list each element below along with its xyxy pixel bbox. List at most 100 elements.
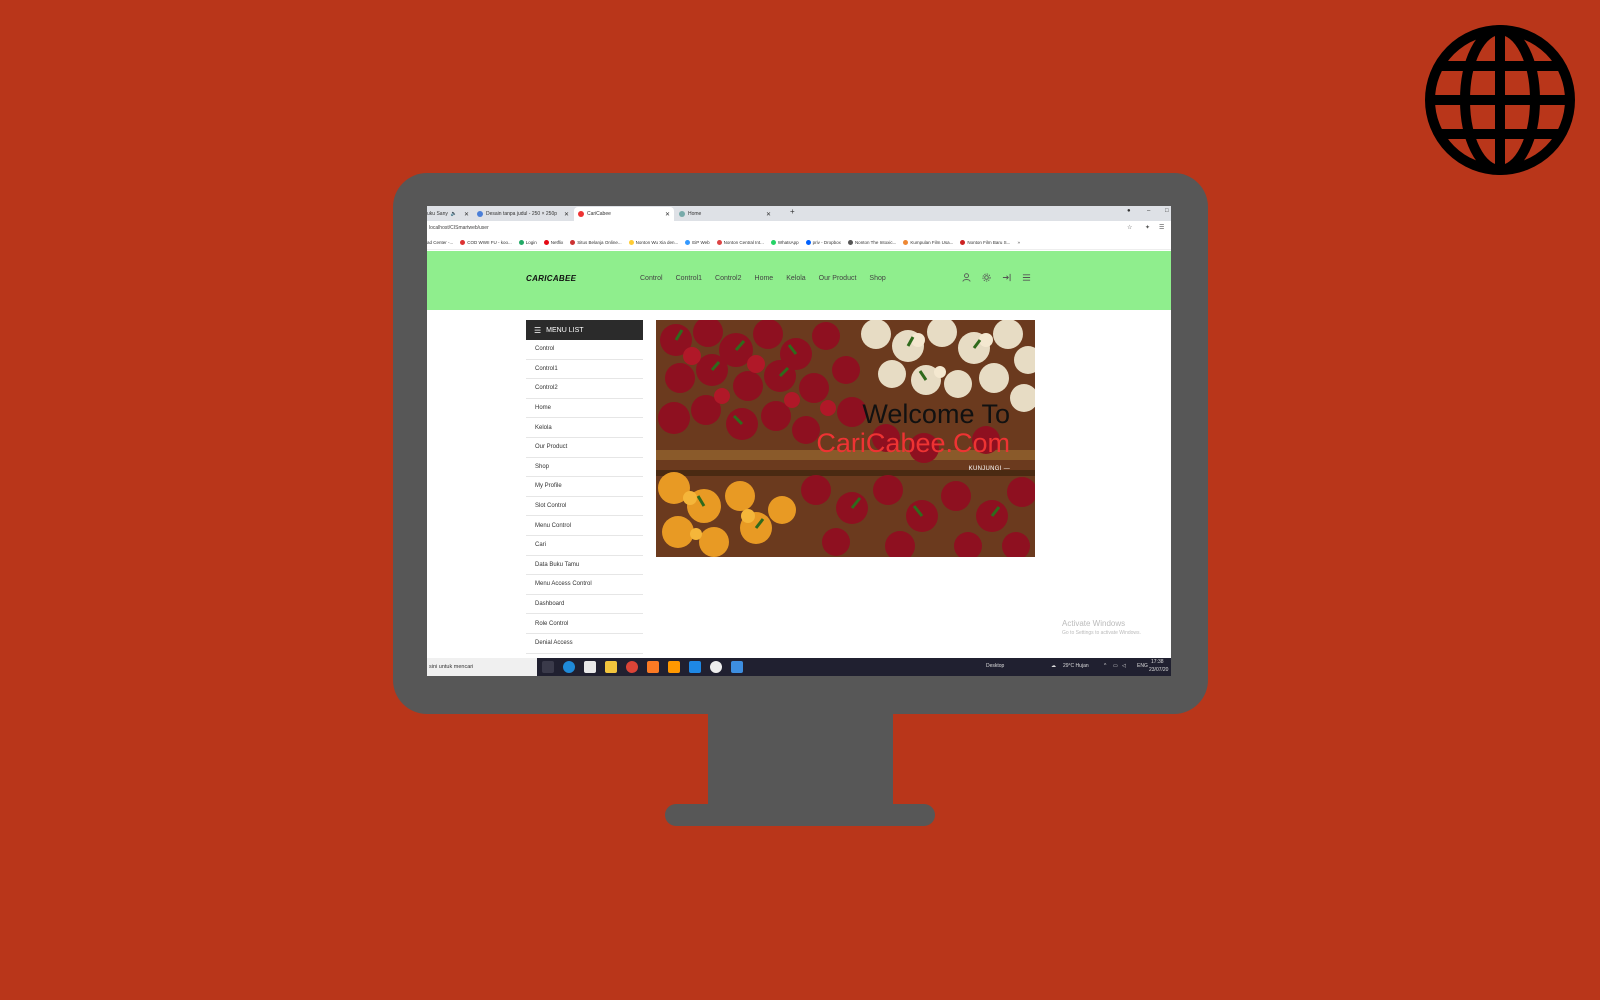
close-icon[interactable]: ✕ <box>564 211 569 218</box>
new-tab-button[interactable]: + <box>790 207 795 216</box>
network-icon[interactable]: ▭ <box>1113 663 1118 669</box>
maximize-icon[interactable]: □ <box>1165 208 1169 214</box>
bookmark-item[interactable]: EiP Web <box>685 239 710 245</box>
speaker-icon: 🔈 <box>450 211 458 217</box>
hero-subtitle: CariCabee.Com <box>816 428 1010 458</box>
close-icon[interactable]: ✕ <box>665 211 670 218</box>
edge-icon[interactable] <box>563 661 575 673</box>
windows-taskbar: sini untuk mencari Desktop ☁ 29°C Hujan … <box>427 658 1171 676</box>
nav-item-kelola[interactable]: Kelola <box>786 275 805 282</box>
language-indicator[interactable]: ENG <box>1137 663 1148 669</box>
sidebar-item-menu-control[interactable]: Menu Control <box>526 516 643 536</box>
sidebar-item-role-control[interactable]: Role Control <box>526 614 643 634</box>
sidebar-item-kelola[interactable]: Kelola <box>526 418 643 438</box>
sidebar-item-cari[interactable]: Cari <box>526 536 643 556</box>
user-icon[interactable] <box>962 273 971 284</box>
bookmark-item[interactable]: WhatsApp <box>770 239 799 245</box>
globe-icon <box>1425 25 1575 175</box>
browser-tab[interactable]: Desain tanpa judul - 250 × 250p ✕ <box>473 207 573 221</box>
xampp-icon[interactable] <box>647 661 659 673</box>
site-header: CARICABEE Control Control1 Control2 Home… <box>427 251 1171 310</box>
bookmark-item[interactable]: Nonton The Intoxic... <box>847 239 896 245</box>
sidebar-item-control2[interactable]: Control2 <box>526 379 643 399</box>
browser-tab-active[interactable]: CariCabee ✕ <box>574 207 674 221</box>
logout-icon[interactable] <box>1002 273 1011 284</box>
bookmark-item[interactable]: Situs Belanja Online... <box>570 239 622 245</box>
browser-tab-bar: uku Sany 🔈 ✕ Desain tanpa judul - 250 × … <box>427 206 1171 221</box>
address-bar[interactable]: localhost/CISmartweb/user ☆ ✦ ☰ <box>427 221 1171 236</box>
hero-cta-link[interactable]: KUNJUNGI — <box>816 466 1010 472</box>
browser-tab[interactable]: Home ✕ <box>675 207 775 221</box>
mail-icon[interactable] <box>731 661 743 673</box>
taskbar-search-input[interactable]: sini untuk mencari <box>427 658 537 676</box>
dropbox-icon <box>805 239 811 245</box>
netflix-icon <box>543 239 549 245</box>
clock-date[interactable]: 23/07/20 <box>1149 667 1168 673</box>
site-logo[interactable]: CARICABEE <box>526 274 576 283</box>
bookmark-item[interactable]: Netflix <box>543 239 563 245</box>
bookmark-item[interactable]: Kumpulan Film Usa... <box>903 239 953 245</box>
taskbar-apps <box>542 661 743 673</box>
nav-item-shop[interactable]: Shop <box>869 275 885 282</box>
close-icon[interactable]: ✕ <box>464 211 469 218</box>
whatsapp-icon <box>770 239 776 245</box>
nav-item-control1[interactable]: Control1 <box>676 275 702 282</box>
menu-icon: ☰ <box>534 325 542 335</box>
reading-list-icon[interactable]: ☰ <box>1159 224 1164 231</box>
bookmarks-more-button[interactable]: » <box>1017 240 1020 245</box>
bookmark-icon <box>460 239 466 245</box>
vscode-icon[interactable] <box>689 661 701 673</box>
browser-tab[interactable]: uku Sany 🔈 ✕ <box>427 207 473 221</box>
nav-item-control2[interactable]: Control2 <box>715 275 741 282</box>
bookmark-item[interactable]: Login <box>518 239 537 245</box>
task-view-icon[interactable] <box>542 661 554 673</box>
nav-item-home[interactable]: Home <box>755 275 774 282</box>
hero-text: Welcome To CariCabee.Com KUNJUNGI — <box>816 400 1010 472</box>
bookmark-item[interactable]: COD WWII FU - koo... <box>460 239 512 245</box>
activate-windows-watermark: Activate Windows Go to Settings to activ… <box>1062 619 1141 636</box>
minimize-icon[interactable]: – <box>1147 208 1150 214</box>
sidebar-menu: ☰ MENU LIST Control Control1 Control2 Ho… <box>526 320 643 654</box>
app-icon[interactable] <box>710 661 722 673</box>
browser-menu-icon[interactable]: ● <box>1127 208 1131 214</box>
sidebar-item-menu-access-control[interactable]: Menu Access Control <box>526 575 643 595</box>
close-icon[interactable]: ✕ <box>766 211 771 218</box>
file-explorer-icon[interactable] <box>605 661 617 673</box>
nav-item-control[interactable]: Control <box>640 275 663 282</box>
bookmark-icon <box>685 239 691 245</box>
sidebar-item-slot-control[interactable]: Slot Control <box>526 497 643 517</box>
store-icon[interactable] <box>584 661 596 673</box>
sidebar-item-our-product[interactable]: Our Product <box>526 438 643 458</box>
bookmark-item[interactable]: priv - Dropbox <box>805 239 841 245</box>
bookmark-item[interactable]: ad Center -... <box>427 240 453 245</box>
url-text[interactable]: localhost/CISmartweb/user <box>429 225 489 231</box>
bookmark-item[interactable]: Nonton Film Baru S... <box>960 239 1010 245</box>
nav-item-our-product[interactable]: Our Product <box>819 275 857 282</box>
weather-status[interactable]: 29°C Hujan <box>1063 663 1089 669</box>
desktop-toolbar[interactable]: Desktop <box>986 663 1004 669</box>
sidebar-item-data-buku-tamu[interactable]: Data Buku Tamu <box>526 556 643 576</box>
sublime-icon[interactable] <box>668 661 680 673</box>
sidebar-item-control1[interactable]: Control1 <box>526 360 643 380</box>
sidebar-item-dashboard[interactable]: Dashboard <box>526 595 643 615</box>
sidebar-item-my-profile[interactable]: My Profile <box>526 477 643 497</box>
extensions-icon[interactable]: ✦ <box>1145 224 1150 231</box>
bookmark-icon <box>847 239 853 245</box>
bookmark-icon <box>570 239 576 245</box>
bookmark-icon <box>960 239 966 245</box>
gear-icon[interactable] <box>982 273 991 284</box>
sidebar-item-denial-access[interactable]: Denial Access <box>526 634 643 654</box>
volume-icon[interactable]: ◁ <box>1122 663 1126 669</box>
star-icon[interactable]: ☆ <box>1127 224 1132 231</box>
bookmark-item[interactable]: Nonton Central Int... <box>716 239 764 245</box>
bookmark-item[interactable]: Nonton Wu Xia den... <box>628 239 678 245</box>
sidebar-title: MENU LIST <box>546 326 584 334</box>
chrome-icon[interactable] <box>626 661 638 673</box>
hamburger-icon[interactable] <box>1022 273 1031 284</box>
clock-time[interactable]: 17:38 <box>1151 659 1164 665</box>
sidebar-item-control[interactable]: Control <box>526 340 643 360</box>
chili-icon <box>578 211 584 217</box>
sidebar-item-home[interactable]: Home <box>526 399 643 419</box>
chevron-up-icon[interactable]: ^ <box>1104 663 1106 669</box>
sidebar-item-shop[interactable]: Shop <box>526 458 643 478</box>
